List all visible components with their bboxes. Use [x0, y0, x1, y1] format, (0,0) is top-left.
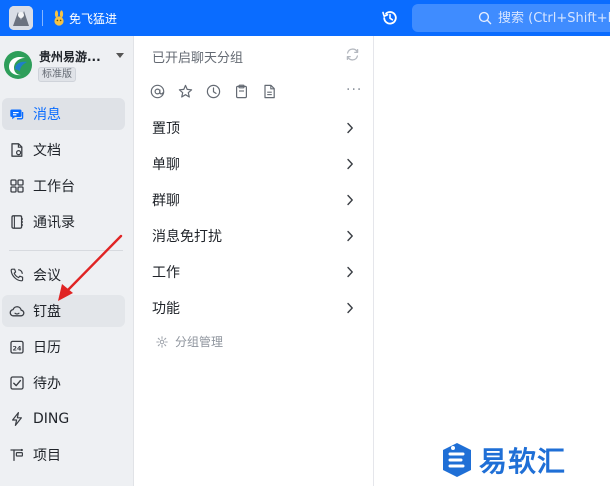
watermark: 易软汇 — [441, 441, 606, 479]
clipboard-icon[interactable] — [234, 84, 249, 99]
org-name: 贵州易游... — [39, 50, 101, 64]
plan-badge: 标准版 — [38, 67, 76, 82]
sidebar-item-label: 会议 — [33, 268, 61, 284]
group-row-features[interactable]: 功能 — [134, 290, 374, 326]
more-icon[interactable]: ··· — [346, 82, 362, 98]
document-icon — [9, 142, 25, 158]
sidebar-item-drive[interactable]: 钉盘 — [2, 295, 125, 327]
sidebar-item-label: 钉盘 — [33, 304, 61, 320]
sidebar-divider — [9, 250, 123, 251]
search-icon — [478, 11, 492, 25]
message-icon — [9, 106, 25, 122]
sidebar-item-docs[interactable]: 文档 — [2, 134, 125, 166]
sidebar-item-label: 工作台 — [33, 179, 75, 195]
title-bar: 免飞猛进 — [0, 0, 610, 36]
sidebar-item-todo[interactable]: 待办 — [2, 367, 125, 399]
bunny-icon — [52, 10, 66, 26]
star-icon[interactable] — [178, 84, 193, 99]
chevron-right-icon — [347, 158, 353, 170]
group-row-work[interactable]: 工作 — [134, 254, 374, 290]
sidebar-item-label: 通讯录 — [33, 215, 75, 231]
group-manage-button[interactable]: 分组管理 — [156, 333, 223, 350]
calendar-icon: 24 — [9, 339, 25, 355]
chevron-right-icon — [347, 302, 353, 314]
group-row-direct[interactable]: 单聊 — [134, 146, 374, 182]
group-label: 群聊 — [152, 193, 180, 209]
chevron-right-icon — [347, 230, 353, 242]
group-label: 功能 — [152, 301, 180, 317]
chevron-right-icon — [347, 266, 353, 278]
sidebar-item-label: 文档 — [33, 143, 61, 159]
phone-icon — [9, 267, 25, 283]
sidebar-item-projects[interactable]: 项目 — [2, 439, 125, 471]
chat-groups-panel: 已开启聊天分组 ··· 置顶 单聊 群聊 消息免打扰 工作 功能 分组管理 — [134, 36, 374, 486]
avatar-image-icon — [9, 6, 33, 30]
clock-icon[interactable] — [206, 84, 221, 99]
group-label: 置顶 — [152, 121, 180, 137]
org-logo-icon — [4, 51, 32, 79]
sidebar: 贵州易游... 标准版 消息 文档 工作台 通讯录 会议 钉盘 24 日历 待办… — [0, 36, 134, 486]
gear-icon — [156, 335, 168, 348]
sidebar-item-meeting[interactable]: 会议 — [2, 259, 125, 291]
watermark-text: 易软汇 — [479, 445, 567, 478]
grid-icon — [9, 178, 25, 194]
chat-content-area — [375, 36, 610, 486]
svg-text:24: 24 — [13, 345, 22, 353]
sidebar-item-ding[interactable]: DING — [2, 403, 125, 435]
at-icon[interactable] — [150, 84, 165, 99]
panel-header: 已开启聊天分组 — [152, 51, 244, 66]
sidebar-item-label: 项目 — [33, 448, 61, 464]
sidebar-item-label: DING — [33, 411, 70, 427]
group-label: 工作 — [152, 265, 180, 281]
topbar-divider — [42, 10, 43, 26]
contacts-icon — [9, 214, 25, 230]
org-switcher[interactable]: 贵州易游... 标准版 — [0, 36, 134, 92]
sidebar-item-workbench[interactable]: 工作台 — [2, 170, 125, 202]
group-row-pinned[interactable]: 置顶 — [134, 110, 374, 146]
cloud-icon — [9, 303, 25, 319]
sidebar-item-label: 日历 — [33, 340, 61, 356]
group-row-muted[interactable]: 消息免打扰 — [134, 218, 374, 254]
chevron-right-icon — [347, 122, 353, 134]
project-icon — [9, 447, 25, 463]
search-box[interactable] — [412, 4, 610, 32]
promo-text[interactable]: 免飞猛进 — [69, 10, 117, 27]
group-manage-label: 分组管理 — [175, 335, 224, 349]
group-label: 单聊 — [152, 157, 180, 173]
file-icon[interactable] — [262, 84, 277, 99]
sidebar-item-calendar[interactable]: 24 日历 — [2, 331, 125, 363]
history-icon[interactable] — [381, 9, 399, 27]
search-input[interactable] — [498, 10, 610, 26]
refresh-icon[interactable] — [345, 47, 360, 62]
quick-filter-bar: ··· — [150, 82, 365, 102]
lightning-icon — [9, 411, 25, 427]
sidebar-item-messages[interactable]: 消息 — [2, 98, 125, 130]
sidebar-item-label: 待办 — [33, 376, 61, 392]
checkbox-icon — [9, 375, 25, 391]
group-label: 消息免打扰 — [152, 229, 222, 245]
sidebar-item-label: 消息 — [33, 107, 61, 123]
sidebar-item-contacts[interactable]: 通讯录 — [2, 206, 125, 238]
chevron-down-icon[interactable] — [116, 53, 124, 58]
app-avatar[interactable] — [9, 6, 33, 30]
chevron-right-icon — [347, 194, 353, 206]
watermark-logo-icon — [443, 443, 471, 477]
group-row-group-chat[interactable]: 群聊 — [134, 182, 374, 218]
